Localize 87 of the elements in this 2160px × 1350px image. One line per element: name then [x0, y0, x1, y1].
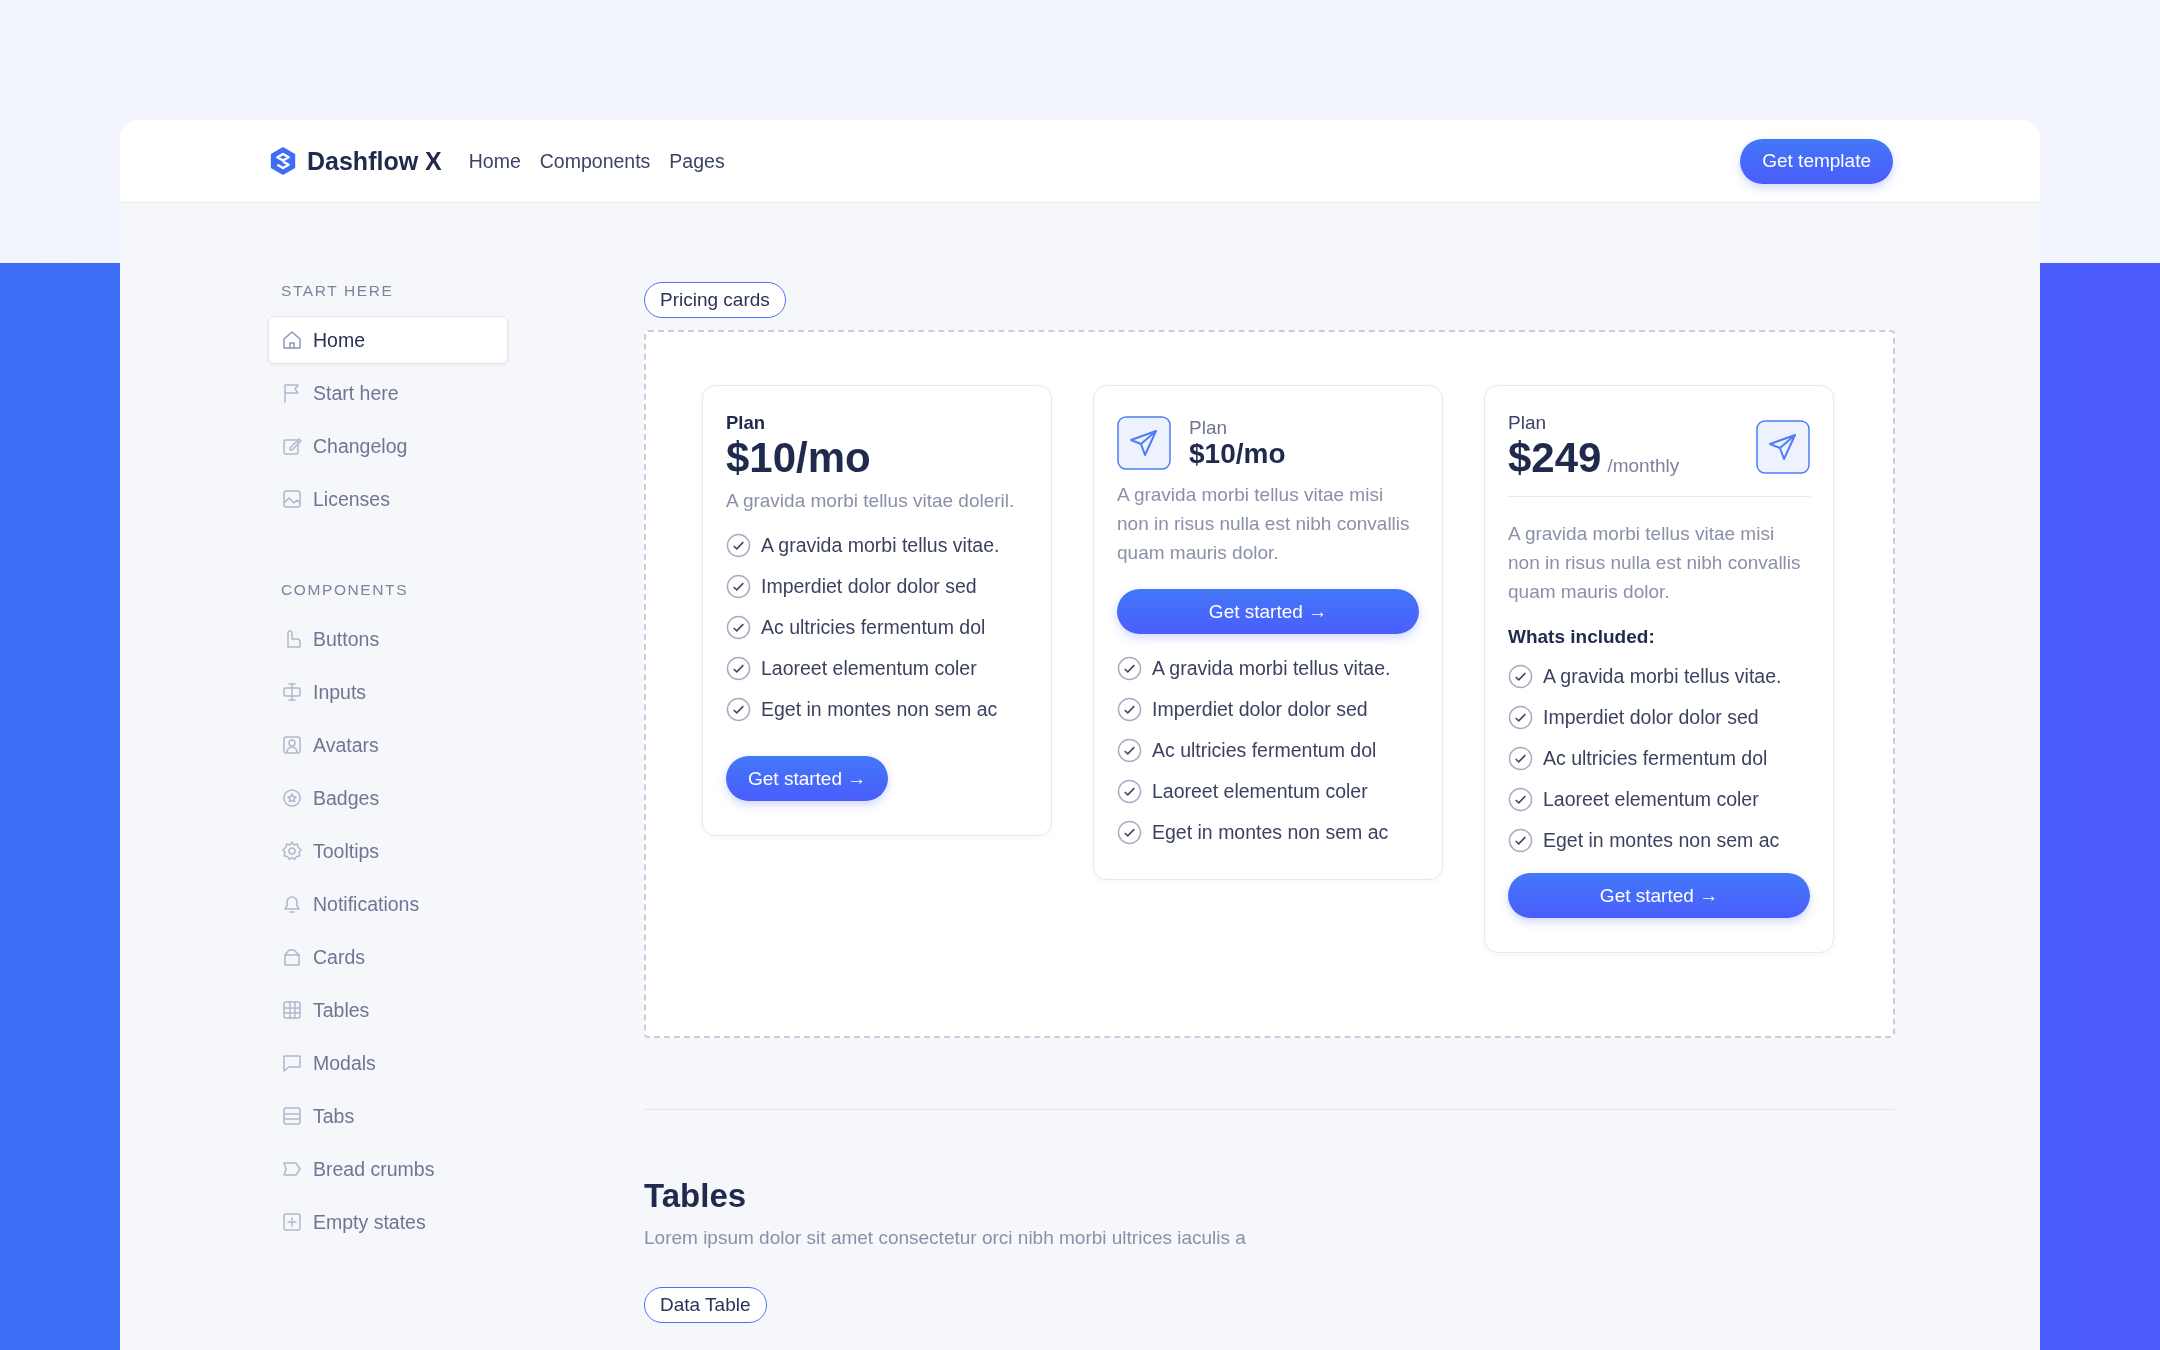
check-circle-icon [726, 533, 751, 559]
sidebar-item-icon [281, 734, 303, 756]
nav-link[interactable]: Pages [669, 149, 725, 173]
get-started-button[interactable]: Get started → [1508, 873, 1810, 919]
sidebar-item-icon [281, 1105, 303, 1127]
feature-text: A gravida morbi tellus vitae. [761, 534, 1000, 558]
nav-link[interactable]: Components [539, 149, 651, 173]
plan-price: $10/mo [726, 434, 872, 483]
sidebar-section-title: COMPONENTS [281, 581, 410, 599]
check-circle-icon [1508, 664, 1533, 690]
sidebar-item[interactable]: Buttons [268, 615, 508, 663]
feature-text: Eget in montes non sem ac [1543, 829, 1780, 853]
sidebar-item[interactable]: Empty states [268, 1198, 508, 1246]
feature-text: A gravida morbi tellus vitae. [1543, 665, 1782, 689]
feature-text: Eget in montes non sem ac [1152, 821, 1389, 844]
check-circle-icon [726, 697, 751, 723]
sidebar-item-icon [281, 329, 303, 351]
check-circle-icon [1117, 779, 1142, 804]
section-subtitle: Lorem ipsum dolor sit amet consectetur orci nibh morbi ultrices iaculis a [644, 1227, 1247, 1249]
plan-price: $249 [1508, 434, 1602, 483]
section-tag: Pricing cards [644, 282, 786, 318]
sidebar-item[interactable]: Home [268, 316, 508, 364]
feature-text: Laoreet elementum coler [761, 657, 977, 681]
check-circle-icon [1508, 705, 1533, 731]
feature-text: A gravida morbi tellus vitae. [1152, 657, 1391, 680]
plan-label: Plan [726, 412, 767, 434]
feature-text: Ac ultricies fermentum dol [1152, 739, 1377, 762]
feature-text: Imperdiet dolor dolor sed [1152, 698, 1368, 721]
check-circle-icon [1117, 656, 1142, 681]
check-circle-icon [1508, 746, 1533, 772]
feature-text: Laoreet elementum coler [1543, 788, 1759, 812]
included-heading: Whats included: [1508, 626, 1656, 649]
sidebar-item-icon [281, 893, 303, 915]
check-circle-icon [1508, 787, 1533, 813]
feature-text: Imperdiet dolor dolor sed [1543, 706, 1759, 730]
sidebar-item-icon [281, 787, 303, 809]
sidebar-item[interactable]: Inputs [268, 668, 508, 716]
section-heading: Tables [644, 1177, 748, 1215]
sidebar-item-icon [281, 946, 303, 968]
sidebar-item[interactable]: Licenses [268, 475, 508, 523]
nav-link[interactable]: Home [468, 149, 521, 173]
sidebar-item[interactable]: Changelog [268, 422, 508, 470]
check-circle-icon [1117, 738, 1142, 763]
get-template-button[interactable]: Get template [1740, 138, 1893, 184]
hexagon-logo-icon [268, 145, 298, 177]
sidebar-item-icon [281, 488, 303, 510]
sidebar-section-title: START HERE [281, 282, 395, 300]
feature-text: Eget in montes non sem ac [761, 698, 998, 722]
check-circle-icon [1117, 697, 1142, 722]
plan-label: Plan [1189, 416, 1229, 439]
sidebar-item[interactable]: Notifications [268, 880, 508, 928]
billing-period: /monthly [1607, 455, 1680, 477]
check-circle-icon [1508, 828, 1533, 854]
sidebar-item[interactable]: Bread crumbs [268, 1145, 508, 1193]
feature-text: Ac ultricies fermentum dol [1543, 747, 1768, 771]
sidebar-item[interactable]: Cards [268, 933, 508, 981]
brand-name: Dashflow X [307, 146, 442, 176]
plan-description: A gravida morbi tellus vitae misi non in risus nulla est nibh convallis quam mauris dolor. [1117, 483, 1411, 565]
sidebar-item-icon [281, 1052, 303, 1074]
check-circle-icon [726, 574, 751, 600]
feature-text: Ac ultricies fermentum dol [761, 616, 986, 640]
check-circle-icon [1117, 820, 1142, 845]
sidebar-item[interactable]: Modals [268, 1039, 508, 1087]
feature-text: Imperdiet dolor dolor sed [761, 575, 977, 599]
get-started-button[interactable]: Get started → [1117, 589, 1419, 634]
sidebar-item[interactable]: Start here [268, 369, 508, 417]
feature-text: Laoreet elementum coler [1152, 780, 1368, 803]
sidebar-item[interactable]: Tables [268, 986, 508, 1034]
check-circle-icon [726, 656, 751, 682]
sidebar-item-icon [281, 999, 303, 1021]
check-circle-icon [726, 615, 751, 641]
sidebar-item[interactable]: Tooltips [268, 827, 508, 875]
plan-description: A gravida morbi tellus vitae misi non in risus nulla est nibh convallis quam mauris dolor. [1508, 522, 1802, 605]
plan-price: $10/mo [1189, 438, 1286, 470]
paper-plane-icon [1117, 416, 1171, 470]
sidebar-item[interactable]: Tabs [268, 1092, 508, 1140]
plan-description: A gravida morbi tellus vitae doleril. [726, 489, 1016, 514]
sidebar-item-icon [281, 435, 303, 457]
get-started-button[interactable]: Get started → [726, 756, 889, 802]
sidebar-item[interactable]: Badges [268, 774, 508, 822]
plan-label: Plan [1508, 412, 1548, 434]
sidebar-item[interactable]: Avatars [268, 721, 508, 769]
section-tag: Data Table [644, 1287, 767, 1323]
sidebar-item-icon [281, 1211, 303, 1233]
sidebar-item-icon [281, 840, 303, 862]
paper-plane-icon [1756, 420, 1810, 474]
sidebar-item-icon [281, 681, 303, 703]
